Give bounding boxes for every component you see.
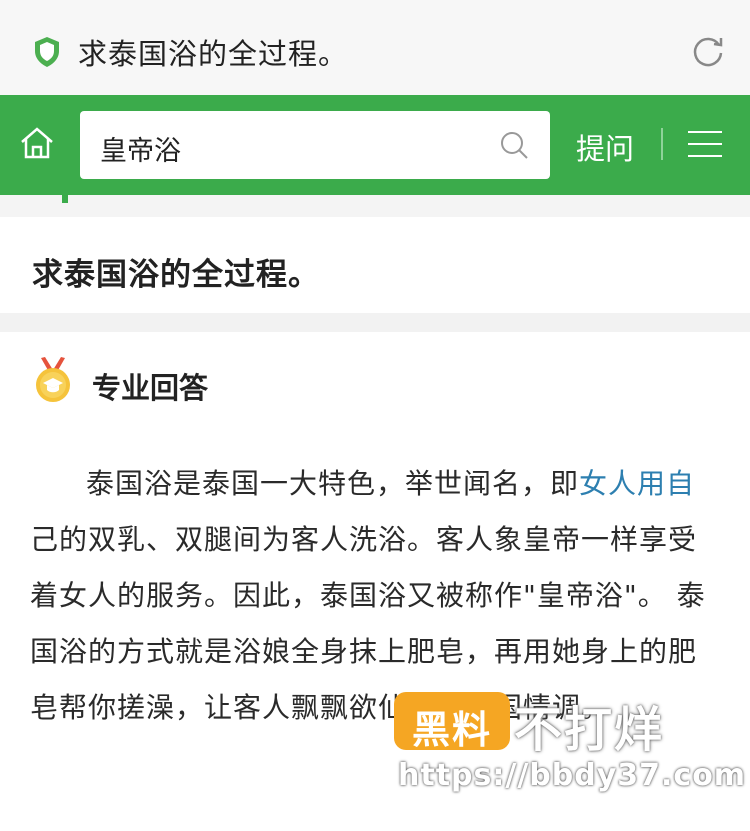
search-input[interactable]: 皇帝浴 — [80, 111, 550, 179]
home-icon[interactable] — [18, 124, 56, 162]
strip-accent — [62, 195, 68, 203]
answer-link[interactable]: 女人用自 — [579, 467, 695, 500]
menu-icon[interactable] — [688, 131, 722, 159]
search-value: 皇帝浴 — [100, 136, 181, 167]
question-title: 求泰国浴的全过程。 — [32, 257, 320, 293]
scrolled-content-strip — [0, 195, 750, 217]
refresh-icon[interactable] — [690, 33, 726, 69]
search-icon[interactable] — [498, 129, 530, 161]
medal-icon — [36, 357, 70, 402]
answer-text-part1: 泰国浴是泰国一大特色，举世闻名，即 — [86, 467, 580, 500]
browser-top-bar: 求泰国浴的全过程。 — [0, 0, 750, 95]
ask-button[interactable]: 提问 — [576, 126, 634, 168]
watermark-badge-text: 黑料 — [411, 708, 492, 752]
page-title: 求泰国浴的全过程。 — [78, 37, 349, 71]
nav-divider — [661, 128, 663, 160]
question-card: 求泰国浴的全过程。 — [0, 217, 750, 313]
watermark-badge: 黑料 — [394, 692, 510, 752]
watermark-brand: 不打烊 — [514, 702, 665, 758]
watermark-url: https://bbdy37.com — [398, 758, 747, 793]
shield-icon — [35, 37, 59, 67]
answer-label: 专业回答 — [92, 371, 209, 405]
